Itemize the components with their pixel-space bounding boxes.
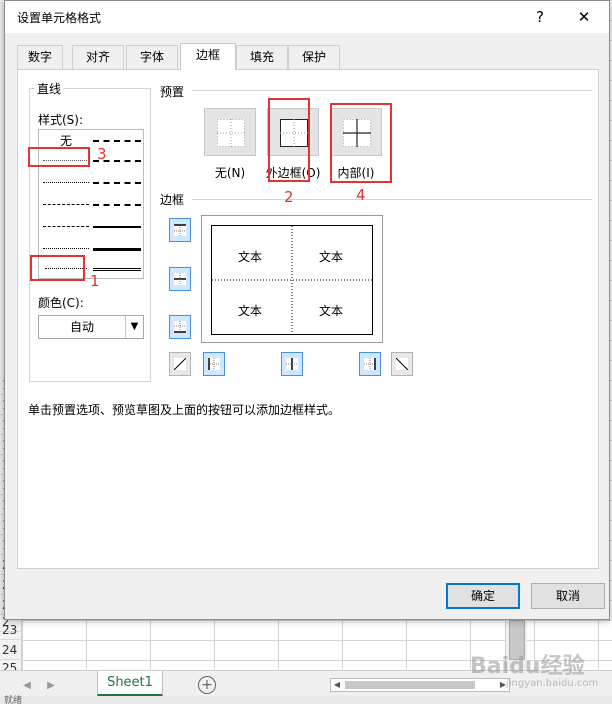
status-text: 就绪	[4, 696, 23, 704]
preset-label: 预置	[160, 85, 185, 99]
line-style-dotted[interactable]	[41, 174, 91, 192]
color-dropdown[interactable]: 自动 ▼	[38, 315, 144, 339]
annotation-box	[330, 103, 392, 183]
border-bottom-button[interactable]	[169, 315, 191, 339]
preview-text: 文本	[319, 250, 344, 264]
scroll-left-icon[interactable]: ◀	[331, 679, 343, 691]
next-sheet-icon[interactable]: ▶	[44, 679, 58, 693]
dialog-title: 设置单元格格式	[17, 11, 102, 25]
row-number[interactable]: 24	[0, 640, 22, 660]
line-style-dashed[interactable]	[41, 218, 91, 236]
border-right-icon	[364, 358, 376, 370]
format-cells-dialog: 设置单元格格式 ? ✕ 数字 对齐 字体 边框 填充 保护 直线 样式(S): …	[4, 0, 610, 620]
preview-text: 文本	[319, 304, 344, 318]
sheet-tab[interactable]: Sheet1	[97, 671, 163, 697]
diagonal-down-icon	[395, 357, 409, 371]
border-divider	[192, 199, 592, 200]
preset-none-button[interactable]	[204, 108, 256, 156]
chevron-down-icon[interactable]: ▼	[125, 316, 143, 338]
border-diagonal-down-button[interactable]	[391, 352, 413, 376]
watermark: Baidu经验	[470, 654, 585, 679]
tab-border[interactable]: 边框	[180, 43, 236, 70]
border-inside-vertical-icon	[286, 358, 298, 370]
annotation-box	[28, 147, 90, 167]
border-left-button[interactable]	[203, 352, 225, 376]
row-number[interactable]: 23	[0, 620, 22, 640]
border-bottom-icon	[174, 321, 186, 333]
annotation-number: 1	[90, 272, 100, 290]
preset-none-icon	[217, 119, 245, 147]
annotation-number: 3	[97, 145, 107, 163]
prev-sheet-icon[interactable]: ◀	[20, 679, 34, 693]
line-style-dash-dot[interactable]	[41, 196, 91, 214]
border-top-button[interactable]	[169, 218, 191, 242]
color-label: 颜色(C):	[38, 296, 84, 310]
style-label: 样式(S):	[38, 113, 84, 127]
diagonal-up-icon	[173, 357, 187, 371]
line-group: 直线 样式(S): 无 颜色(C): 自动 ▼	[29, 80, 151, 382]
add-sheet-icon[interactable]: +	[198, 676, 216, 694]
tab-fill[interactable]: 填充	[236, 45, 288, 69]
preset-none-caption: 无(N)	[214, 166, 246, 180]
ok-button[interactable]: 确定	[446, 583, 520, 609]
preview-text: 文本	[238, 304, 263, 318]
watermark-sub: jingyan.baidu.com	[506, 678, 599, 689]
border-left-icon	[208, 358, 220, 370]
border-inside-horizontal-button[interactable]	[169, 267, 191, 291]
horizontal-scrollbar[interactable]: ◀ ▶	[330, 678, 510, 692]
annotation-box	[268, 98, 310, 182]
preset-divider	[192, 90, 592, 91]
hint-text: 单击预置选项、预览草图及上面的按钮可以添加边框样式。	[28, 403, 341, 417]
annotation-box	[30, 255, 85, 281]
annotation-number: 2	[284, 188, 294, 206]
tab-number[interactable]: 数字	[17, 45, 63, 69]
border-label: 边框	[160, 193, 185, 207]
tab-alignment[interactable]: 对齐	[72, 45, 124, 69]
status-bar: 就绪	[0, 696, 612, 704]
border-inside-vertical-button[interactable]	[281, 352, 303, 376]
border-top-icon	[174, 224, 186, 236]
border-inside-horizontal-icon	[174, 273, 186, 285]
close-button[interactable]: ✕	[567, 5, 601, 29]
cancel-button[interactable]: 取消	[531, 583, 605, 609]
scroll-thumb[interactable]	[345, 681, 475, 689]
border-right-button[interactable]	[359, 352, 381, 376]
help-button[interactable]: ?	[525, 5, 555, 29]
dialog-titlebar[interactable]: 设置单元格格式 ? ✕	[5, 1, 609, 33]
tab-font[interactable]: 字体	[126, 45, 178, 69]
border-diagonal-up-button[interactable]	[169, 352, 191, 376]
border-preview[interactable]: 文本 文本 文本 文本	[201, 215, 383, 343]
line-style-medium[interactable]	[91, 218, 143, 236]
line-style-medium-dash-dot[interactable]	[91, 174, 143, 192]
color-value: 自动	[69, 320, 94, 334]
annotation-number: 4	[356, 186, 366, 204]
tab-protection[interactable]: 保护	[288, 45, 340, 69]
line-style-thick[interactable]	[91, 240, 143, 258]
preview-table[interactable]: 文本 文本 文本 文本	[211, 225, 373, 335]
line-style-medium-dashed[interactable]	[91, 196, 143, 214]
line-group-label: 直线	[35, 80, 64, 97]
preview-text: 文本	[238, 250, 263, 264]
